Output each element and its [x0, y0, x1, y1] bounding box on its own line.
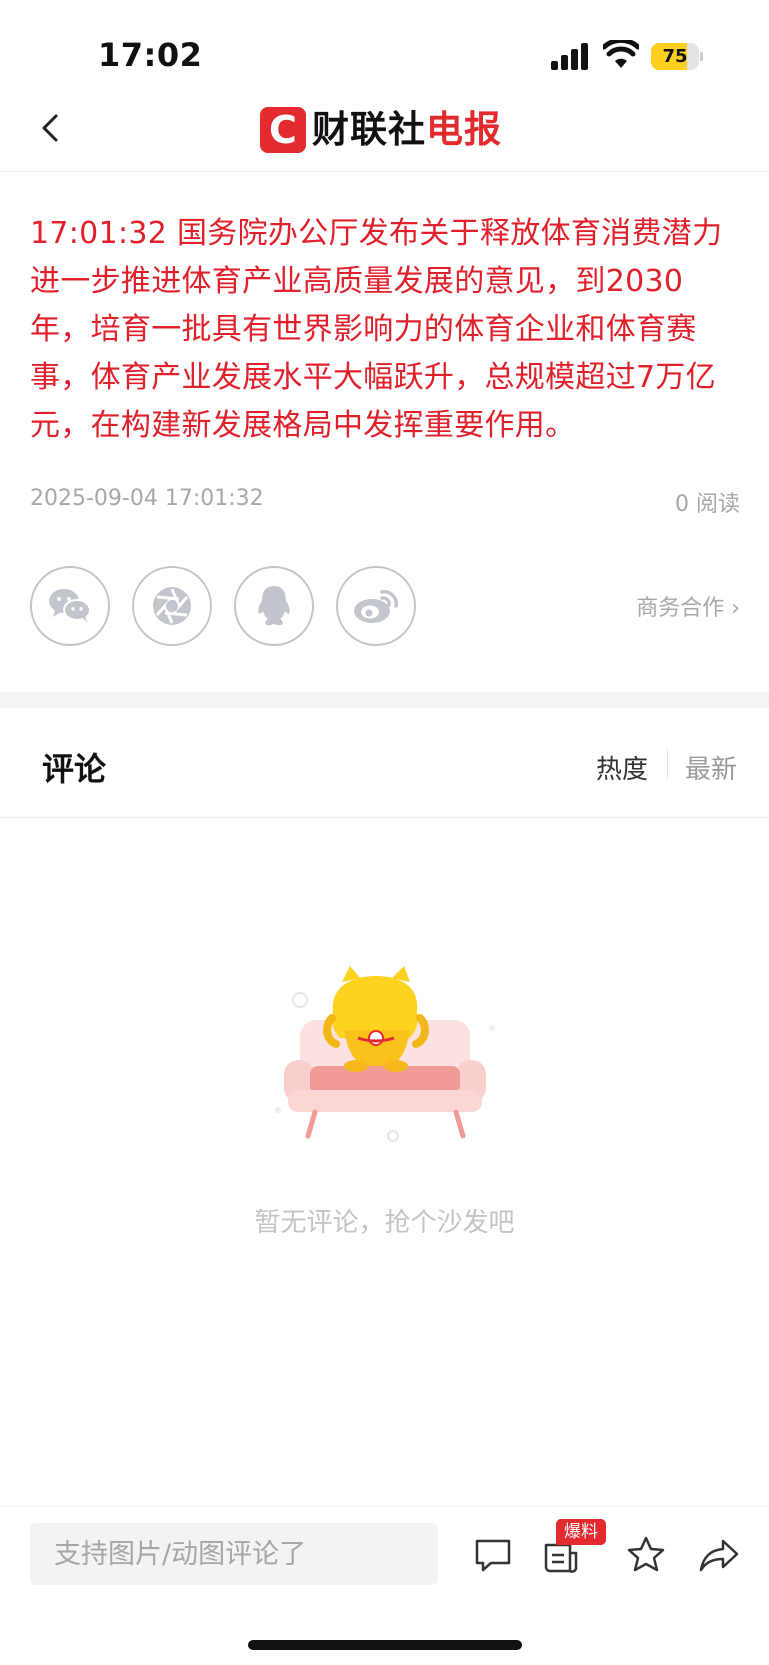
read-count: 0 阅读	[675, 492, 740, 517]
sort-by-hot-tab[interactable]: 热度	[596, 749, 648, 786]
business-cooperation-link[interactable]: 商务合作 ›	[636, 590, 740, 622]
wechat-icon	[49, 589, 91, 623]
battery-indicator: 75	[651, 43, 703, 70]
sort-by-newest-tab[interactable]: 最新	[685, 749, 737, 786]
weibo-icon	[354, 590, 398, 623]
moments-icon	[153, 587, 191, 625]
logo-text-brand: 财联社	[312, 108, 426, 151]
comments-title: 评论	[42, 750, 107, 788]
battery-level: 75	[662, 46, 688, 67]
article-meta: 2025-09-04 17:01:32 0 阅读	[30, 486, 740, 517]
share-wechat-button[interactable]	[30, 566, 110, 646]
comment-input[interactable]	[30, 1523, 438, 1585]
back-chevron-icon[interactable]	[30, 108, 74, 152]
nav-header: C 财联社电报	[0, 100, 769, 172]
comments-header: 评论 热度 最新	[0, 708, 769, 818]
logo-mark: C	[260, 107, 306, 153]
tipoff-badge: 爆料	[556, 1519, 606, 1545]
share-moments-button[interactable]	[132, 566, 212, 646]
share-row: 商务合作 ›	[30, 566, 740, 646]
status-bar: 17:02 75	[0, 0, 769, 100]
news-body: 17:01:32 国务院办公厅发布关于释放体育消费潜力进一步推进体育产业高质量发…	[30, 216, 723, 443]
logo-text: 财联社电报	[312, 105, 502, 155]
home-indicator	[248, 1640, 522, 1650]
section-divider	[0, 692, 769, 708]
wifi-icon	[603, 40, 639, 68]
share-icon[interactable]	[697, 1533, 741, 1577]
share-weibo-button[interactable]	[336, 566, 416, 646]
app-logo: C 财联社电报	[260, 105, 502, 155]
empty-comments-text: 暂无评论，抢个沙发吧	[254, 1208, 515, 1238]
empty-sofa-illustration	[275, 966, 495, 1142]
logo-text-telegraph: 电报	[426, 108, 502, 151]
bottom-action-bar: 爆料	[0, 1506, 769, 1626]
favorite-star-icon[interactable]	[624, 1533, 668, 1577]
qq-icon	[258, 586, 290, 626]
sort-separator	[667, 748, 668, 780]
share-qq-button[interactable]	[234, 566, 314, 646]
status-time: 17:02	[98, 36, 203, 74]
cellular-signal-icon	[551, 42, 591, 70]
publish-date: 2025-09-04 17:01:32	[30, 486, 264, 511]
comment-icon[interactable]	[471, 1533, 515, 1577]
